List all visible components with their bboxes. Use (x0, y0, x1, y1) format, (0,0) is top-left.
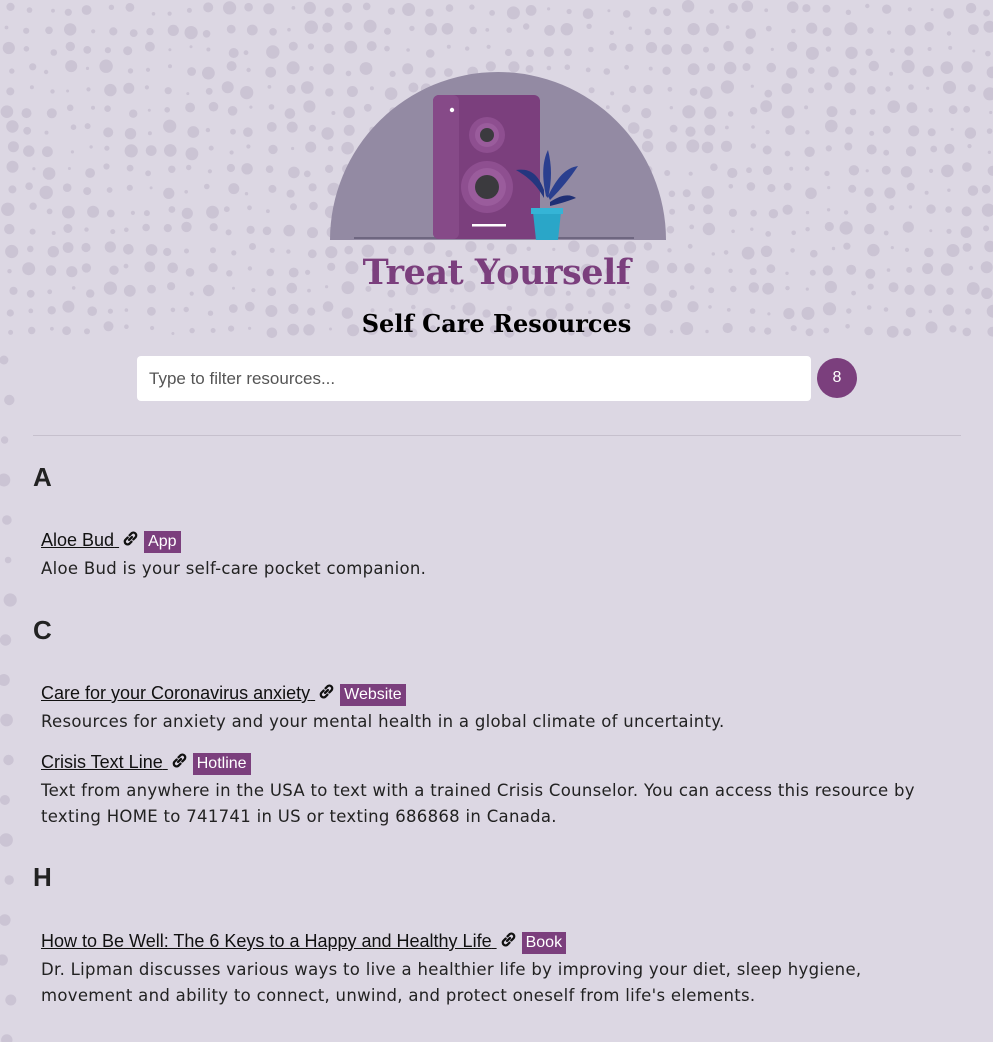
resource-entry: Crisis Text Line Hotline Text from anywh… (41, 750, 956, 830)
resource-type-tag: Hotline (192, 753, 251, 775)
search-input[interactable] (137, 356, 811, 401)
speaker-icon (433, 95, 540, 239)
resource-heading: Care for your Coronavirus anxiety Websit… (41, 681, 956, 707)
speaker-plant-illustration (330, 72, 666, 240)
section-letter-c: C (33, 615, 52, 645)
link-icon (121, 529, 140, 554)
resource-type-tag: Book (521, 932, 567, 954)
page-subtitle: Self Care Resources (361, 309, 632, 338)
resource-name: Care for your Coronavirus anxiety (41, 683, 311, 703)
link-icon (499, 930, 518, 955)
resource-description: Aloe Bud is your self-care pocket compan… (41, 559, 427, 578)
resource-type-tag: App (144, 531, 181, 553)
section-letter-h: H (33, 862, 52, 892)
resource-type-tag: Website (340, 684, 406, 706)
link-icon (317, 682, 336, 707)
resource-description: Dr. Lipman discusses various ways to liv… (41, 960, 862, 1005)
resource-link-aloe-bud[interactable]: Aloe Bud (41, 530, 140, 550)
app-title: Treat Yourself (362, 252, 631, 293)
resource-entry: Care for your Coronavirus anxiety Websit… (41, 681, 956, 735)
hero-header: Treat Yourself Self Care Resources 8 (0, 0, 993, 430)
resource-link-how-to-be-well[interactable]: How to Be Well: The 6 Keys to a Happy an… (41, 931, 518, 951)
resource-link-crisis-text-line[interactable]: Crisis Text Line (41, 752, 189, 772)
resource-description: Resources for anxiety and your mental he… (41, 712, 725, 731)
resource-heading: Aloe Bud App (41, 528, 956, 554)
result-count-badge: 8 (817, 358, 857, 398)
resource-entry: Aloe Bud App Aloe Bud is your self-care … (41, 528, 956, 582)
resource-heading: Crisis Text Line Hotline (41, 750, 956, 776)
resource-entry: How to Be Well: The 6 Keys to a Happy an… (41, 929, 956, 1009)
resource-description: Text from anywhere in the USA to text wi… (41, 781, 915, 826)
resource-link-coronavirus-anxiety[interactable]: Care for your Coronavirus anxiety (41, 683, 336, 703)
resource-name: Aloe Bud (41, 530, 115, 550)
link-icon (170, 751, 189, 776)
resource-name: Crisis Text Line (41, 752, 163, 772)
section-letter-a: A (33, 462, 52, 492)
page: Treat Yourself Self Care Resources 8 A A… (0, 0, 993, 1042)
divider (33, 435, 961, 436)
resource-heading: How to Be Well: The 6 Keys to a Happy an… (41, 929, 956, 955)
search-box[interactable] (137, 356, 811, 401)
resource-name: How to Be Well: The 6 Keys to a Happy an… (41, 931, 492, 951)
